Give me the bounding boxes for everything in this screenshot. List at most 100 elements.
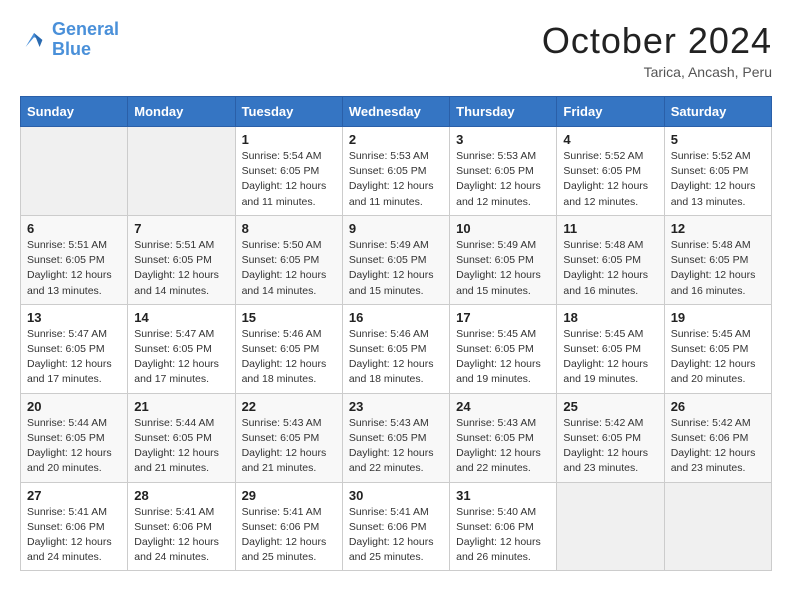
logo-icon xyxy=(20,26,48,54)
day-number: 19 xyxy=(671,310,765,325)
calendar-cell: 11 Sunrise: 5:48 AMSunset: 6:05 PMDayligh… xyxy=(557,215,664,304)
day-number: 4 xyxy=(563,132,657,147)
cell-info: Sunrise: 5:52 AMSunset: 6:05 PMDaylight:… xyxy=(671,149,765,210)
day-number: 16 xyxy=(349,310,443,325)
calendar-cell: 28 Sunrise: 5:41 AMSunset: 6:06 PMDayligh… xyxy=(128,482,235,571)
calendar-cell: 3Sunrise: 5:53 AMSunset: 6:05 PMDaylight… xyxy=(450,127,557,216)
calendar-table: SundayMondayTuesdayWednesdayThursdayFrid… xyxy=(20,96,772,571)
cell-info: Sunrise: 5:42 AMSunset: 6:05 PMDaylight:… xyxy=(563,416,657,477)
cell-info: Sunrise: 5:46 AMSunset: 6:05 PMDaylight:… xyxy=(242,327,336,388)
calendar-cell: 30 Sunrise: 5:41 AMSunset: 6:06 PMDayligh… xyxy=(342,482,449,571)
cell-info: Sunrise: 5:47 AMSunset: 6:05 PMDaylight:… xyxy=(27,327,121,388)
cell-info: Sunrise: 5:49 AMSunset: 6:05 PMDaylight:… xyxy=(349,238,443,299)
calendar-cell: 13Sunrise: 5:47 AMSunset: 6:05 PMDayligh… xyxy=(21,304,128,393)
day-number: 30 xyxy=(349,488,443,503)
calendar-cell: 5 Sunrise: 5:52 AMSunset: 6:05 PMDaylight… xyxy=(664,127,771,216)
weekday-header-row: SundayMondayTuesdayWednesdayThursdayFrid… xyxy=(21,97,772,127)
calendar-week-row: 6 Sunrise: 5:51 AMSunset: 6:05 PMDaylight… xyxy=(21,215,772,304)
calendar-cell: 31 Sunrise: 5:40 AMSunset: 6:06 PMDayligh… xyxy=(450,482,557,571)
weekday-header: Thursday xyxy=(450,97,557,127)
logo: General Blue xyxy=(20,20,119,60)
cell-info: Sunrise: 5:54 AMSunset: 6:05 PMDaylight:… xyxy=(242,149,336,210)
calendar-cell: 15Sunrise: 5:46 AMSunset: 6:05 PMDayligh… xyxy=(235,304,342,393)
day-number: 7 xyxy=(134,221,228,236)
cell-info: Sunrise: 5:40 AMSunset: 6:06 PMDaylight:… xyxy=(456,505,550,566)
calendar-cell xyxy=(664,482,771,571)
day-number: 24 xyxy=(456,399,550,414)
day-number: 5 xyxy=(671,132,765,147)
cell-info: Sunrise: 5:44 AMSunset: 6:05 PMDaylight:… xyxy=(27,416,121,477)
month-title: October 2024 xyxy=(542,20,772,62)
cell-info: Sunrise: 5:49 AMSunset: 6:05 PMDaylight:… xyxy=(456,238,550,299)
weekday-header: Monday xyxy=(128,97,235,127)
calendar-cell: 14 Sunrise: 5:47 AMSunset: 6:05 PMDayligh… xyxy=(128,304,235,393)
calendar-cell: 19 Sunrise: 5:45 AMSunset: 6:05 PMDayligh… xyxy=(664,304,771,393)
calendar-cell: 26 Sunrise: 5:42 AMSunset: 6:06 PMDayligh… xyxy=(664,393,771,482)
cell-info: Sunrise: 5:51 AMSunset: 6:05 PMDaylight:… xyxy=(27,238,121,299)
cell-info: Sunrise: 5:48 AMSunset: 6:05 PMDaylight:… xyxy=(563,238,657,299)
calendar-cell: 17Sunrise: 5:45 AMSunset: 6:05 PMDayligh… xyxy=(450,304,557,393)
cell-info: Sunrise: 5:53 AMSunset: 6:05 PMDaylight:… xyxy=(349,149,443,210)
calendar-cell: 25 Sunrise: 5:42 AMSunset: 6:05 PMDayligh… xyxy=(557,393,664,482)
weekday-header: Friday xyxy=(557,97,664,127)
calendar-cell xyxy=(128,127,235,216)
cell-info: Sunrise: 5:45 AMSunset: 6:05 PMDaylight:… xyxy=(456,327,550,388)
calendar-week-row: 13Sunrise: 5:47 AMSunset: 6:05 PMDayligh… xyxy=(21,304,772,393)
day-number: 8 xyxy=(242,221,336,236)
calendar-cell: 23 Sunrise: 5:43 AMSunset: 6:05 PMDayligh… xyxy=(342,393,449,482)
calendar-cell xyxy=(557,482,664,571)
cell-info: Sunrise: 5:41 AMSunset: 6:06 PMDaylight:… xyxy=(242,505,336,566)
logo-text: General xyxy=(52,20,119,40)
calendar-cell: 6 Sunrise: 5:51 AMSunset: 6:05 PMDaylight… xyxy=(21,215,128,304)
calendar-cell: 12 Sunrise: 5:48 AMSunset: 6:05 PMDayligh… xyxy=(664,215,771,304)
cell-info: Sunrise: 5:43 AMSunset: 6:05 PMDaylight:… xyxy=(242,416,336,477)
day-number: 23 xyxy=(349,399,443,414)
day-number: 6 xyxy=(27,221,121,236)
calendar-cell: 22 Sunrise: 5:43 AMSunset: 6:05 PMDayligh… xyxy=(235,393,342,482)
weekday-header: Wednesday xyxy=(342,97,449,127)
cell-info: Sunrise: 5:41 AMSunset: 6:06 PMDaylight:… xyxy=(27,505,121,566)
cell-info: Sunrise: 5:51 AMSunset: 6:05 PMDaylight:… xyxy=(134,238,228,299)
day-number: 22 xyxy=(242,399,336,414)
day-number: 28 xyxy=(134,488,228,503)
calendar-cell: 8Sunrise: 5:50 AMSunset: 6:05 PMDaylight… xyxy=(235,215,342,304)
weekday-header: Saturday xyxy=(664,97,771,127)
calendar-cell: 24Sunrise: 5:43 AMSunset: 6:05 PMDayligh… xyxy=(450,393,557,482)
cell-info: Sunrise: 5:53 AMSunset: 6:05 PMDaylight:… xyxy=(456,149,550,210)
weekday-header: Sunday xyxy=(21,97,128,127)
calendar-cell: 2Sunrise: 5:53 AMSunset: 6:05 PMDaylight… xyxy=(342,127,449,216)
calendar-cell: 9Sunrise: 5:49 AMSunset: 6:05 PMDaylight… xyxy=(342,215,449,304)
cell-info: Sunrise: 5:44 AMSunset: 6:05 PMDaylight:… xyxy=(134,416,228,477)
calendar-cell: 7 Sunrise: 5:51 AMSunset: 6:05 PMDaylight… xyxy=(128,215,235,304)
page-header: General Blue October 2024 Tarica, Ancash… xyxy=(20,20,772,80)
day-number: 10 xyxy=(456,221,550,236)
calendar-week-row: 27 Sunrise: 5:41 AMSunset: 6:06 PMDayligh… xyxy=(21,482,772,571)
day-number: 14 xyxy=(134,310,228,325)
cell-info: Sunrise: 5:43 AMSunset: 6:05 PMDaylight:… xyxy=(349,416,443,477)
day-number: 1 xyxy=(242,132,336,147)
calendar-cell: 20 Sunrise: 5:44 AMSunset: 6:05 PMDayligh… xyxy=(21,393,128,482)
day-number: 25 xyxy=(563,399,657,414)
day-number: 26 xyxy=(671,399,765,414)
day-number: 11 xyxy=(563,221,657,236)
calendar-cell: 27 Sunrise: 5:41 AMSunset: 6:06 PMDayligh… xyxy=(21,482,128,571)
cell-info: Sunrise: 5:52 AMSunset: 6:05 PMDaylight:… xyxy=(563,149,657,210)
day-number: 20 xyxy=(27,399,121,414)
calendar-week-row: 1 Sunrise: 5:54 AMSunset: 6:05 PMDaylight… xyxy=(21,127,772,216)
location: Tarica, Ancash, Peru xyxy=(542,64,772,80)
cell-info: Sunrise: 5:46 AMSunset: 6:05 PMDaylight:… xyxy=(349,327,443,388)
calendar-cell: 29Sunrise: 5:41 AMSunset: 6:06 PMDayligh… xyxy=(235,482,342,571)
cell-info: Sunrise: 5:45 AMSunset: 6:05 PMDaylight:… xyxy=(671,327,765,388)
title-block: October 2024 Tarica, Ancash, Peru xyxy=(542,20,772,80)
cell-info: Sunrise: 5:47 AMSunset: 6:05 PMDaylight:… xyxy=(134,327,228,388)
cell-info: Sunrise: 5:45 AMSunset: 6:05 PMDaylight:… xyxy=(563,327,657,388)
day-number: 12 xyxy=(671,221,765,236)
day-number: 31 xyxy=(456,488,550,503)
calendar-cell: 4 Sunrise: 5:52 AMSunset: 6:05 PMDaylight… xyxy=(557,127,664,216)
cell-info: Sunrise: 5:42 AMSunset: 6:06 PMDaylight:… xyxy=(671,416,765,477)
calendar-cell: 16 Sunrise: 5:46 AMSunset: 6:05 PMDayligh… xyxy=(342,304,449,393)
day-number: 27 xyxy=(27,488,121,503)
cell-info: Sunrise: 5:41 AMSunset: 6:06 PMDaylight:… xyxy=(349,505,443,566)
cell-info: Sunrise: 5:41 AMSunset: 6:06 PMDaylight:… xyxy=(134,505,228,566)
cell-info: Sunrise: 5:48 AMSunset: 6:05 PMDaylight:… xyxy=(671,238,765,299)
